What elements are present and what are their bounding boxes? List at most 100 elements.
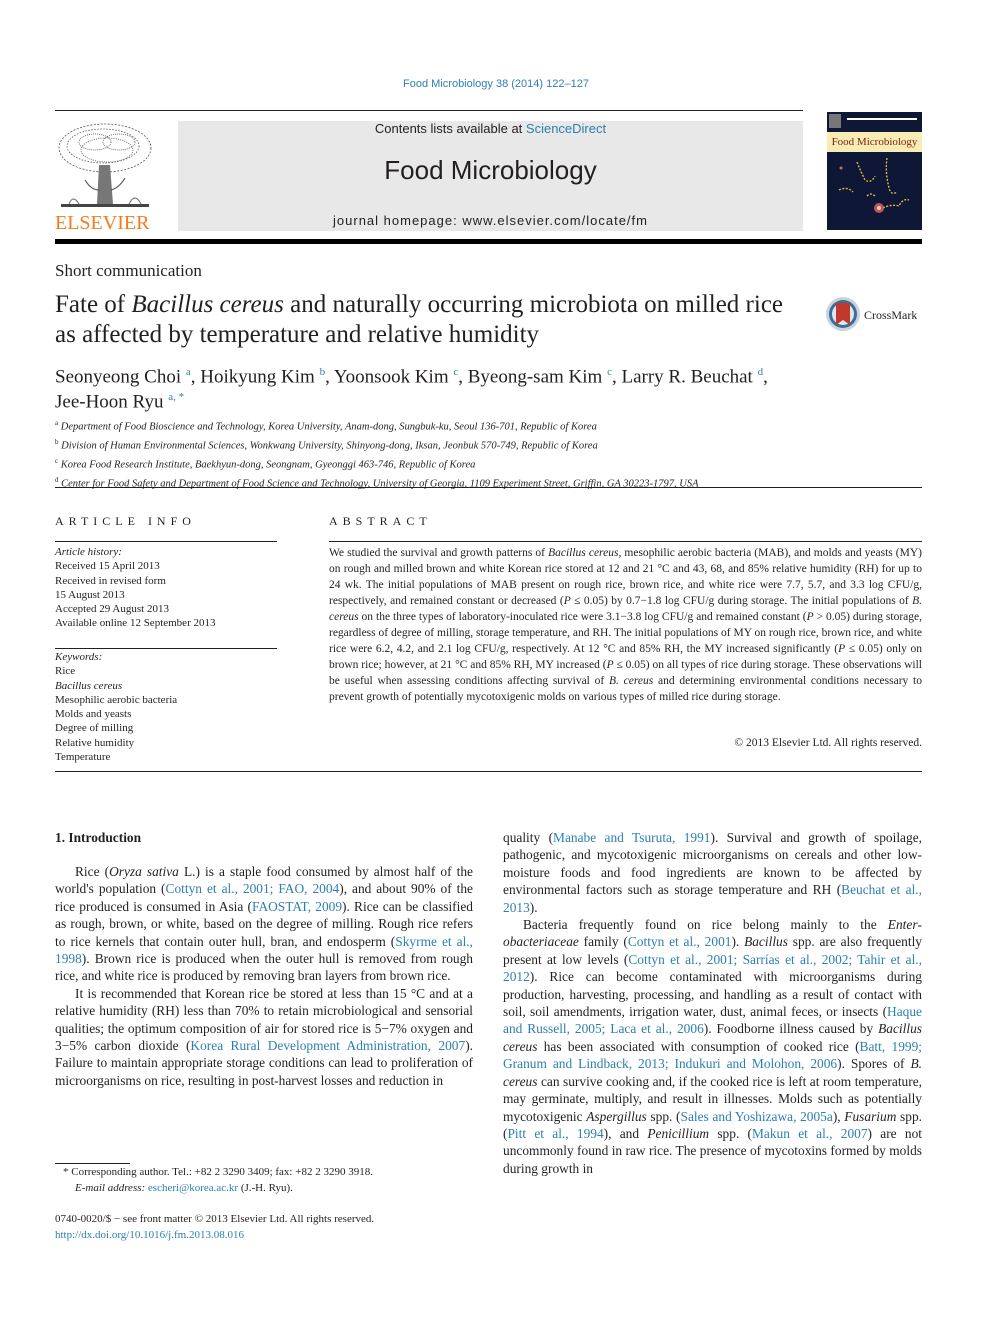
- affiliation-key: a: [55, 419, 59, 427]
- italic-term: Aspergillus: [586, 1108, 647, 1124]
- author-name[interactable]: Byeong-sam Kim: [468, 366, 603, 387]
- keyword: Degree of milling: [55, 722, 134, 735]
- footnote-email-line: E-mail address: escheri@korea.ac.kr (J.-…: [55, 1181, 485, 1197]
- text-run: has been associated with consumption of …: [537, 1038, 860, 1054]
- italic-term: B. cereus: [609, 675, 654, 687]
- affiliation-list: a Department of Food Bioscience and Tech…: [55, 416, 925, 492]
- text-run: quality (: [503, 830, 554, 845]
- journal-cover-image[interactable]: Food Microbiology: [827, 112, 922, 230]
- affiliation-item: a Department of Food Bioscience and Tech…: [55, 416, 925, 435]
- front-matter: 0740-0020/$ − see front matter © 2013 El…: [55, 1212, 485, 1243]
- section-heading-introduction: 1. Introduction: [55, 830, 142, 845]
- body-column-left: Rice (Oryza sativa L.) is a staple food …: [55, 863, 473, 1089]
- affiliation-item: b Division of Human Environmental Scienc…: [55, 435, 925, 454]
- author-separator: ,: [325, 366, 334, 388]
- history-item: Received 15 April 2013: [55, 560, 160, 573]
- text-run: ). Rice can become contaminated with mi­…: [503, 969, 922, 1020]
- body-column-right: quality (Manabe and Tsuruta, 1991). Surv…: [503, 829, 922, 1177]
- keywords: Keywords: Rice Bacillus cereus Mesophili…: [55, 650, 277, 764]
- affiliation-item: d Center for Food Safety and Department …: [55, 473, 925, 492]
- citation-link[interactable]: Pitt et al., 1994: [507, 1126, 603, 1141]
- article-info-heading: ARTICLE INFO: [55, 514, 196, 528]
- text-run: spp. (: [709, 1125, 753, 1141]
- text-run: ). Spores of: [837, 1056, 911, 1072]
- author-affiliation-marker[interactable]: a, *: [168, 391, 184, 403]
- doi-link[interactable]: http://dx.doi.org/10.1016/j.fm.2013.08.0…: [55, 1229, 244, 1241]
- text-run: family (: [578, 934, 628, 950]
- text-run: Rice (: [75, 864, 110, 879]
- affiliation-key: b: [55, 438, 59, 446]
- journal-masthead: Contents lists available at ScienceDirec…: [178, 121, 803, 231]
- keyword: Mesophilic aerobic bacteria: [55, 693, 178, 706]
- body-paragraph: Bacteria frequently found on rice belong…: [503, 916, 922, 1177]
- article-title: Fate of Bacillus cereus and naturally oc…: [55, 290, 795, 350]
- sciencedirect-link[interactable]: ScienceDirect: [526, 121, 606, 136]
- text-run: ). Foodborne illness caused by: [703, 1021, 879, 1037]
- citation-link[interactable]: Cottyn et al., 2001: [628, 934, 732, 949]
- abstract-copyright: © 2013 Elsevier Ltd. All rights reserved…: [734, 737, 922, 749]
- crossmark-label: CrossMark: [864, 308, 918, 322]
- author-list: Seonyeong Choi a, Hoikyung Kim b, Yoonso…: [55, 362, 815, 413]
- italic-term: P: [606, 659, 614, 671]
- header-thick-rule: [55, 239, 922, 244]
- journal-citation-link[interactable]: Food Microbiology 38 (2014) 122–127: [0, 78, 992, 90]
- body-paragraph: It is recommended that Korean rice be st…: [55, 985, 473, 1089]
- affiliation-key: c: [55, 457, 59, 465]
- author-name[interactable]: Seonyeong Choi: [55, 366, 181, 387]
- citation-link[interactable]: Cottyn et al., 2001; FAO, 2004: [166, 881, 340, 896]
- citation-link[interactable]: Korea Rural Development Administration, …: [190, 1038, 465, 1053]
- author-name[interactable]: Yoonsook Kim: [334, 366, 449, 387]
- text-run: Bacteria frequently found on rice belong…: [523, 917, 888, 933]
- text-run: ).: [731, 934, 745, 950]
- article-type: Short communication: [55, 261, 202, 280]
- title-part: Fate of: [55, 291, 132, 318]
- contents-prefix: Contents lists available at: [374, 121, 526, 136]
- affiliation-item: c Korea Food Research Institute, Baekhyu…: [55, 454, 925, 473]
- elsevier-tree-icon: [58, 123, 152, 207]
- keyword: Temperature: [55, 751, 111, 764]
- text-run: ≤ 0.05) by 0.7−1.8 log CFU/g during stor…: [570, 595, 913, 607]
- affiliation-text: Korea Food Research Institute, Baekhyun-…: [60, 459, 476, 471]
- text-run: We studied the survival and growth patte…: [329, 547, 549, 559]
- crossmark-button[interactable]: CrossMark: [825, 296, 925, 336]
- body-paragraph: quality (Manabe and Tsuruta, 1991). Surv…: [503, 829, 922, 916]
- affiliation-key: d: [55, 476, 59, 484]
- abstract-heading: ABSTRACT: [329, 514, 432, 528]
- history-item: Accepted 29 August 2013: [55, 603, 169, 616]
- text-run: ), and: [603, 1125, 648, 1141]
- text-run: ),: [832, 1108, 845, 1124]
- abstract-bottom-rule: [55, 771, 922, 772]
- abstract-text: We studied the survival and growth patte…: [329, 545, 922, 705]
- author-name[interactable]: Larry R. Beuchat: [621, 366, 752, 387]
- email-link[interactable]: escheri@korea.ac.kr: [148, 1182, 238, 1194]
- italic-term: Penicillium: [647, 1125, 710, 1141]
- corresponding-author-footnote: * Corresponding author. Tel.: +82 2 3290…: [55, 1165, 485, 1196]
- author-separator: ,: [190, 366, 201, 388]
- text-run: ). Brown rice is produced when the outer…: [55, 951, 473, 984]
- keyword: Relative humidity: [55, 736, 135, 749]
- abstract-rule: [329, 541, 922, 542]
- journal-homepage-link[interactable]: journal homepage: www.elsevier.com/locat…: [178, 213, 803, 228]
- title-part-species: Bacillus cereus: [131, 291, 284, 318]
- text-run: ).: [529, 899, 538, 915]
- keyword: Molds and yeasts: [55, 708, 132, 721]
- text-run: on the three types of laboratory-inocula…: [358, 611, 807, 623]
- author-separator: ,: [458, 366, 468, 388]
- header-rule: [55, 110, 803, 111]
- italic-term: Fusarium: [844, 1108, 897, 1124]
- italic-term: Oryza sativa: [109, 864, 179, 879]
- citation-link[interactable]: Sales and Yoshizawa, 2005a: [681, 1109, 833, 1124]
- citation-link[interactable]: Makun et al., 2007: [752, 1126, 868, 1141]
- author-name[interactable]: Jee-Hoon Ryu: [55, 392, 163, 413]
- email-label: E-mail address:: [75, 1181, 146, 1194]
- issn-line: 0740-0020/$ − see front matter © 2013 El…: [55, 1213, 375, 1225]
- italic-term: Bacillus cereus: [548, 547, 619, 559]
- history-label: Article history:: [55, 546, 122, 558]
- italic-term: Bacillus: [744, 934, 788, 950]
- author-name[interactable]: Hoikyung Kim: [200, 366, 315, 387]
- cover-micrograph: [838, 157, 910, 213]
- article-history: Article history: Received 15 April 2013 …: [55, 545, 277, 631]
- affiliation-text: Department of Food Bioscience and Techno…: [60, 421, 597, 433]
- citation-link[interactable]: Manabe and Tsuruta, 1991: [553, 830, 710, 845]
- citation-link[interactable]: FAOSTAT, 2009: [252, 899, 342, 914]
